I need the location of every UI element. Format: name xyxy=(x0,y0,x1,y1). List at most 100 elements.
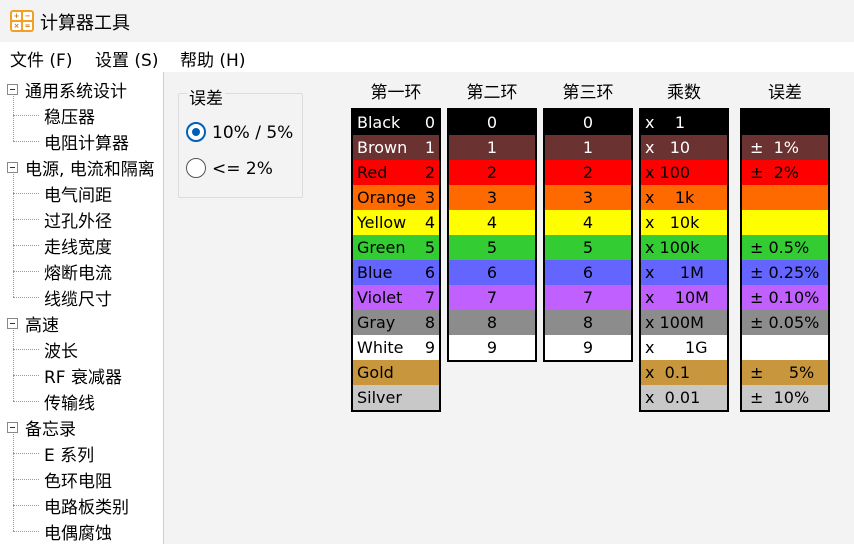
tolerance-value: ± 10% xyxy=(750,388,810,407)
tree-connector xyxy=(13,115,39,116)
multiplier-value: x 100 xyxy=(645,163,691,182)
tree-group[interactable]: 备忘录 xyxy=(25,415,76,441)
tree-item[interactable]: 传输线 xyxy=(44,389,95,415)
tree-item[interactable]: 电气间距 xyxy=(44,181,112,207)
multiplier-value: x 10M xyxy=(645,288,709,307)
color-name: Violet xyxy=(357,288,403,307)
color-digit: 5 xyxy=(582,238,594,257)
color-digit: 5 xyxy=(486,238,498,257)
color-digit: 4 xyxy=(486,213,498,232)
color-name: Orange xyxy=(357,188,417,207)
multiplier-value: x 0.01 xyxy=(645,388,701,407)
tolerance-10-5-label[interactable]: 10% / 5% xyxy=(212,123,293,143)
tree-item[interactable]: 线缆尺寸 xyxy=(44,285,112,311)
tree-item[interactable]: 熔断电流 xyxy=(44,259,112,285)
color-name: Blue xyxy=(357,263,393,282)
color-name: White xyxy=(357,338,404,357)
tree-item[interactable]: RF 衰减器 xyxy=(44,363,122,389)
color-cell-brown: ± 1% xyxy=(742,135,828,160)
tree-group[interactable]: 通用系统设计 xyxy=(25,77,127,103)
color-cell-white: White 9 xyxy=(353,335,439,360)
color-cell-silver: ± 10% xyxy=(742,385,828,410)
color-cell-black: 0 xyxy=(449,110,535,135)
color-digit: 3 xyxy=(582,188,594,207)
color-digit: 2 xyxy=(582,163,594,182)
tree-item[interactable]: 电偶腐蚀 xyxy=(44,519,112,544)
color-cell-gold: Gold xyxy=(353,360,439,385)
color-name: Gold xyxy=(357,363,394,382)
color-cell-yellow: 4 xyxy=(449,210,535,235)
color-digit: 3 xyxy=(424,188,435,207)
tree-group[interactable]: 高速 xyxy=(25,311,59,337)
color-cell-orange: 3 xyxy=(449,185,535,210)
color-cell-gray: 8 xyxy=(449,310,535,335)
color-cell-violet: ± 0.10% xyxy=(742,285,828,310)
color-cell-white xyxy=(742,335,828,360)
tree-item[interactable]: 过孔外径 xyxy=(44,207,112,233)
tree-item-selected[interactable]: 色环电阻 xyxy=(44,467,112,493)
color-cell-silver: x 0.01 xyxy=(641,385,727,410)
color-cell-blue: 6 xyxy=(545,260,631,285)
multiplier-value: x 100M xyxy=(645,313,704,332)
column-header: 第三环 xyxy=(562,83,614,103)
color-digit: 6 xyxy=(486,263,498,282)
tolerance-2-radio[interactable] xyxy=(186,158,206,178)
collapse-icon[interactable] xyxy=(7,162,18,173)
multiplier-value: x 1k xyxy=(645,188,695,207)
color-digit: 6 xyxy=(424,263,435,282)
column-header: 第一环 xyxy=(370,83,422,103)
tree-group[interactable]: 电源, 电流和隔离 xyxy=(25,155,155,181)
color-code-panel: 误差 10% / 5% <= 2% 第一环 Black 0 Brown 1 Red 2 Ora… xyxy=(165,72,854,544)
color-cell-brown: 1 xyxy=(545,135,631,160)
color-name: Yellow xyxy=(357,213,407,232)
color-name: Brown xyxy=(357,138,408,157)
color-cell-violet: 7 xyxy=(545,285,631,310)
color-cell-green: x 100k xyxy=(641,235,727,260)
color-digit: 8 xyxy=(424,313,435,332)
color-cell-red: x 100 xyxy=(641,160,727,185)
menu-settings[interactable]: 设置 (S) xyxy=(95,46,158,71)
tree-connector xyxy=(13,401,39,402)
tolerance-groupbox: 误差 10% / 5% <= 2% xyxy=(178,84,303,198)
color-cell-orange xyxy=(742,185,828,210)
tree-connector xyxy=(13,96,14,141)
collapse-icon[interactable] xyxy=(7,318,18,329)
menu-file[interactable]: 文件 (F) xyxy=(10,46,72,71)
color-digit: 5 xyxy=(424,238,435,257)
color-digit: 1 xyxy=(424,138,435,157)
menu-help[interactable]: 帮助 (H) xyxy=(180,46,245,71)
color-band-column: Black 0 Brown 1 Red 2 Orange 3 Yellow 4 Green 5 Blue… xyxy=(351,108,441,412)
multiplier-value: x 100k xyxy=(645,238,700,257)
color-digit: 0 xyxy=(582,113,594,132)
window-title: 计算器工具 xyxy=(40,13,130,34)
color-digit: 0 xyxy=(486,113,498,132)
color-digit: 7 xyxy=(486,288,498,307)
color-cell-violet: 7 xyxy=(449,285,535,310)
color-cell-violet: x 10M xyxy=(641,285,727,310)
tree-item[interactable]: E 系列 xyxy=(44,441,94,467)
multiplier-value: x 10 xyxy=(645,138,691,157)
tree-item[interactable]: 走线宽度 xyxy=(44,233,112,259)
tree-item[interactable]: 电阻计算器 xyxy=(44,129,129,155)
color-cell-silver: Silver xyxy=(353,385,439,410)
multiplier-value: x 1G xyxy=(645,338,708,357)
tree-item[interactable]: 稳压器 xyxy=(44,103,95,129)
tolerance-value: ± 0.5% xyxy=(750,238,810,257)
collapse-icon[interactable] xyxy=(7,422,18,433)
tree-item[interactable]: 电路板类别 xyxy=(44,493,129,519)
tree-connector xyxy=(13,245,39,246)
color-digit: 2 xyxy=(424,163,435,182)
color-digit: 9 xyxy=(424,338,435,357)
tolerance-2-label[interactable]: <= 2% xyxy=(212,159,273,179)
tolerance-value: ± 1% xyxy=(750,138,799,157)
tree-connector xyxy=(13,141,39,142)
tree-item[interactable]: 波长 xyxy=(44,337,78,363)
multiplier-value: x 1M xyxy=(645,263,704,282)
color-cell-violet: Violet 7 xyxy=(353,285,439,310)
tolerance-10-5-radio[interactable] xyxy=(186,122,206,142)
color-cell-gray: x 100M xyxy=(641,310,727,335)
collapse-icon[interactable] xyxy=(7,84,18,95)
color-band-column: ± 1% ± 2% ± 0.5% ± 0.25% ± 0.10% ± 0.05% ± 5% ±… xyxy=(740,108,830,412)
color-cell-green: 5 xyxy=(545,235,631,260)
color-digit: 8 xyxy=(582,313,594,332)
